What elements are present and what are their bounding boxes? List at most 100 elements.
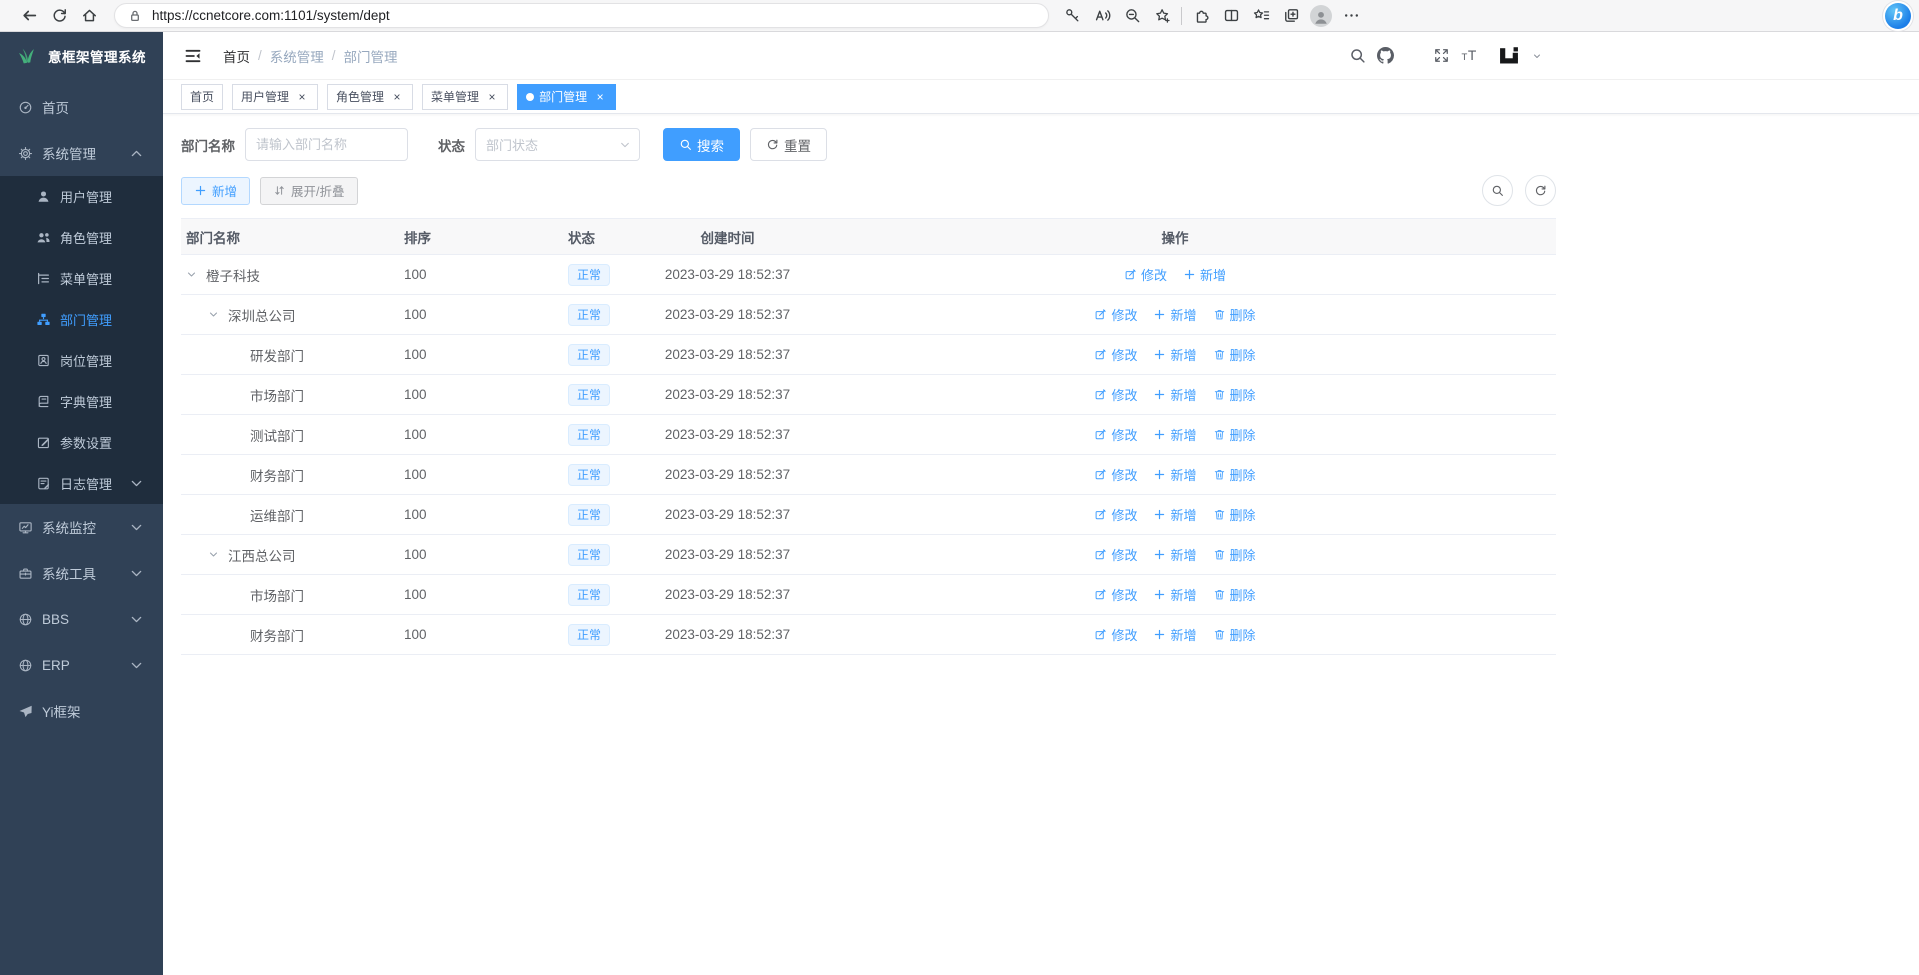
bing-button[interactable]: b (1883, 1, 1913, 31)
tag-菜单管理[interactable]: 菜单管理× (422, 84, 508, 110)
add-favorite-button[interactable] (1147, 2, 1177, 30)
cell-actions: 修改新增删除 (985, 305, 1365, 324)
sidebar-item-erp[interactable]: ERP (0, 642, 163, 688)
row-expand-icon[interactable] (186, 269, 202, 280)
tag-部门管理[interactable]: 部门管理× (517, 84, 616, 110)
extensions-button[interactable] (1186, 2, 1216, 30)
sidebar-item-post[interactable]: 岗位管理 (0, 340, 163, 381)
add-row-button[interactable]: 新增 (1153, 465, 1196, 484)
refresh-button[interactable] (44, 2, 74, 30)
edit-row-button[interactable]: 修改 (1094, 465, 1137, 484)
dept-name-label: 部门名称 (181, 135, 235, 155)
favorites-button[interactable] (1246, 2, 1276, 30)
sidebar-item-dict[interactable]: 字典管理 (0, 381, 163, 422)
row-expand-icon[interactable] (208, 309, 224, 320)
font-size-button[interactable]: TT (1455, 39, 1483, 73)
dept-name-input[interactable] (245, 128, 408, 161)
reset-button[interactable]: 重置 (750, 128, 827, 161)
sidebar-item-dept[interactable]: 部门管理 (0, 299, 163, 340)
zoom-out-button[interactable] (1117, 2, 1147, 30)
delete-row-button[interactable]: 删除 (1213, 305, 1256, 324)
hamburger-icon[interactable] (177, 40, 209, 72)
add-row-button[interactable]: 新增 (1153, 625, 1196, 644)
show-search-button[interactable] (1482, 175, 1513, 206)
url-text[interactable]: https://ccnetcore.com:1101/system/dept (152, 8, 390, 23)
row-expand-icon[interactable] (208, 549, 224, 560)
add-row-button[interactable]: 新增 (1153, 345, 1196, 364)
search-button[interactable]: 搜索 (663, 128, 740, 161)
delete-row-button[interactable]: 删除 (1213, 625, 1256, 644)
sidebar-item-param[interactable]: 参数设置 (0, 422, 163, 463)
edit-row-button[interactable]: 修改 (1094, 385, 1137, 404)
more-menu-button[interactable] (1336, 2, 1366, 30)
sidebar-item-system[interactable]: 系统管理 (0, 130, 163, 176)
status-badge: 正常 (568, 504, 610, 526)
sidebar-item-menu[interactable]: 菜单管理 (0, 258, 163, 299)
github-button[interactable] (1371, 39, 1399, 73)
breadcrumb-separator: / (258, 48, 262, 63)
sidebar-item-yi[interactable]: Yi框架 (0, 688, 163, 734)
user-dropdown-caret[interactable] (1529, 39, 1545, 73)
edit-row-button[interactable]: 修改 (1094, 425, 1137, 444)
password-key-button[interactable] (1057, 2, 1087, 30)
trash-icon (1213, 388, 1226, 401)
refresh-table-button[interactable] (1525, 175, 1556, 206)
edit-row-button[interactable]: 修改 (1094, 305, 1137, 324)
delete-row-button[interactable]: 删除 (1213, 465, 1256, 484)
edit-row-button[interactable]: 修改 (1094, 505, 1137, 524)
address-bar[interactable]: https://ccnetcore.com:1101/system/dept (114, 3, 1049, 28)
edit-row-button[interactable]: 修改 (1094, 625, 1137, 644)
sidebar-item-bbs[interactable]: BBS (0, 596, 163, 642)
edit-row-button[interactable]: 修改 (1094, 345, 1137, 364)
split-screen-button[interactable] (1216, 2, 1246, 30)
delete-row-button[interactable]: 删除 (1213, 425, 1256, 444)
status-badge: 正常 (568, 264, 610, 286)
delete-row-button[interactable]: 删除 (1213, 545, 1256, 564)
sidebar-item-monitor[interactable]: 系统监控 (0, 504, 163, 550)
tag-用户管理[interactable]: 用户管理× (232, 84, 318, 110)
breadcrumb-system[interactable]: 系统管理 (270, 46, 324, 66)
help-button[interactable] (1399, 39, 1427, 73)
chevron-down-icon (129, 658, 144, 673)
expand-collapse-button[interactable]: 展开/折叠 (260, 177, 357, 205)
tag-close-icon[interactable]: × (390, 90, 404, 104)
action-label: 修改 (1141, 265, 1167, 284)
tag-close-icon[interactable]: × (295, 90, 309, 104)
fullscreen-button[interactable] (1427, 39, 1455, 73)
sidebar-item-user[interactable]: 用户管理 (0, 176, 163, 217)
status-select[interactable]: 部门状态 (475, 128, 640, 161)
tag-close-icon[interactable]: × (485, 90, 499, 104)
breadcrumb-home[interactable]: 首页 (223, 46, 250, 66)
add-row-button[interactable]: 新增 (1153, 425, 1196, 444)
add-row-button[interactable]: 新增 (1153, 585, 1196, 604)
add-row-button[interactable]: 新增 (1153, 545, 1196, 564)
tag-首页[interactable]: 首页 (181, 84, 223, 110)
tag-角色管理[interactable]: 角色管理× (327, 84, 413, 110)
sidebar-item-tools[interactable]: 系统工具 (0, 550, 163, 596)
search-button[interactable] (1343, 39, 1371, 73)
delete-row-button[interactable]: 删除 (1213, 505, 1256, 524)
delete-row-button[interactable]: 删除 (1213, 385, 1256, 404)
edit-row-button[interactable]: 修改 (1094, 545, 1137, 564)
add-row-button[interactable]: 新增 (1153, 505, 1196, 524)
home-button[interactable] (74, 2, 104, 30)
edit-row-button[interactable]: 修改 (1124, 265, 1167, 284)
add-row-button[interactable]: 新增 (1153, 385, 1196, 404)
edit-row-button[interactable]: 修改 (1094, 585, 1137, 604)
sidebar-item-home[interactable]: 首页 (0, 84, 163, 130)
add-button[interactable]: 新增 (181, 177, 250, 205)
yj-logo[interactable] (1489, 39, 1529, 73)
add-row-button[interactable]: 新增 (1153, 305, 1196, 324)
delete-row-button[interactable]: 删除 (1213, 345, 1256, 364)
add-row-button[interactable]: 新增 (1183, 265, 1226, 284)
sidebar-item-role[interactable]: 角色管理 (0, 217, 163, 258)
delete-row-button[interactable]: 删除 (1213, 585, 1256, 604)
collections-button[interactable] (1276, 2, 1306, 30)
back-button[interactable] (14, 2, 44, 30)
app-logo[interactable]: 意框架管理系统 (0, 32, 163, 80)
read-aloud-button[interactable] (1087, 2, 1117, 30)
tag-close-icon[interactable]: × (593, 90, 607, 104)
refresh-icon (51, 7, 68, 24)
profile-avatar-button[interactable] (1306, 2, 1336, 30)
sidebar-item-log[interactable]: 日志管理 (0, 463, 163, 504)
